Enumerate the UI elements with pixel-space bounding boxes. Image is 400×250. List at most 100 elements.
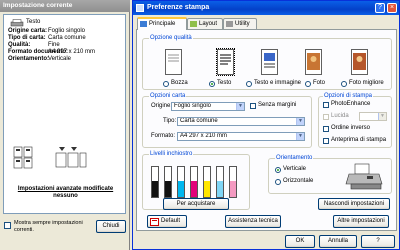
settings-panel: Testo Origine carta:Foglio singolo Tipo … [3,14,126,214]
chevron-down-icon: ▼ [236,103,244,110]
ink-cartridge [177,166,185,198]
info-value: Carta comune [48,35,86,41]
info-row-document-size: Formato documento:A4 297 x 210 mm [8,49,95,56]
chevron-down-icon: ▼ [378,113,386,120]
borderless-checkbox[interactable] [250,103,256,109]
advanced-settings-title: Impostazioni avanzate modificate [17,186,114,192]
tab-content: Opzione qualità Bozza Testo Testo e imma… [136,29,397,231]
group-label: Opzioni carta [149,93,187,100]
print-preview-label: Anteprima di stampa [331,137,387,143]
ink-cartridge [229,166,237,198]
printer-icon [10,19,24,27]
current-settings-window: Impostazione corrente Testo Origine cart… [0,0,130,250]
info-row-orientation: Orientamento:Verticale [8,56,71,63]
quality-text-radio[interactable] [209,81,215,87]
help-button[interactable]: ? [361,235,395,248]
quality-draft-radio[interactable] [163,81,169,87]
info-row-quality: Qualità: Fine [8,42,60,49]
paper-source-label: Origine: [151,103,173,109]
quality-text-image-radio[interactable] [246,81,252,87]
quality-text-label: Testo [217,80,232,86]
quality-best-photo-radio[interactable] [341,81,347,87]
select-value: Foglio singolo [174,103,212,109]
printer-preview-icon [345,163,383,190]
close-icon[interactable]: × [387,3,397,13]
tech-support-button[interactable]: Assistenza tecnica [225,215,281,228]
default-label: Default [161,218,181,224]
photoenhance-checkbox[interactable] [323,102,329,108]
photoenhance-label: PhotoEnhance [331,101,371,107]
print-preview-checkbox[interactable] [323,138,329,144]
ink-levels-group: Livelli inchiostro Per acquistare [142,151,250,210]
paper-size-label: Formato: [151,133,176,139]
paper-type-select[interactable]: Carta comune ▼ [177,117,305,126]
tab-principale[interactable]: Principale [137,17,187,30]
info-value: Foglio singolo [48,28,86,34]
other-settings-button[interactable]: Altre impostazioni [333,215,389,228]
ink-cartridge [216,166,224,198]
paper-type-label: Tipo: [163,118,177,124]
quality-text-image-label: Testo e immagine [254,80,302,86]
ink-cartridge [190,166,198,198]
reverse-order-checkbox[interactable] [323,126,329,132]
cancel-button[interactable]: Annulla [319,235,357,248]
quality-best-photo-label: Foto migliore [349,80,384,86]
ink-level [204,180,210,197]
info-key: Qualità: [8,42,31,48]
group-label: Opzione qualità [149,35,193,42]
quality-text-icon[interactable] [216,48,235,76]
quality-best-photo-icon[interactable] [351,49,368,75]
printer-icon [136,4,144,12]
quality-text-image-icon[interactable] [261,49,278,75]
default-button[interactable]: Default [147,215,187,228]
ink-cartridge [164,166,172,198]
window-title: Impostazione corrente [0,0,130,12]
ink-cartridge [203,166,211,198]
show-settings-button[interactable]: Nascondi impostazioni [318,198,390,210]
glossy-checkbox [323,114,329,120]
default-icon [150,218,159,226]
tab-label: Principale [149,21,176,27]
info-key: Tipo di carta: [8,35,46,41]
layout-tab-icon [190,21,197,27]
group-label: Orientamento [275,155,314,162]
ok-button[interactable]: OK [285,235,315,248]
tab-utility[interactable]: Utility [223,18,257,29]
print-preferences-dialog: Preferenze stampa ? × Principale Layout … [132,0,400,250]
print-options-group: Opzioni di stampa PhotoEnhance Lucida ▼ … [318,93,392,148]
group-label: Livelli inchiostro [149,151,194,158]
tab-layout[interactable]: Layout [187,18,223,29]
paper-source-select[interactable]: Foglio singolo ▼ [171,102,245,111]
dialog-title: Preferenze stampa [133,1,399,15]
info-value: Verticale [48,56,72,62]
select-value: Carta comune [180,118,218,124]
orientation-landscape-radio[interactable] [275,179,281,185]
always-show-checkbox[interactable] [4,222,11,229]
glossy-label: Lucida [331,113,349,119]
info-key: Orientamento: [8,56,50,62]
ink-level [152,180,158,197]
info-value: Fine [48,42,60,48]
paper-size-select[interactable]: A4 297 x 210 mm ▼ [177,132,305,141]
ink-level [178,180,184,197]
orientation-group: Orientamento Verticale Orizzontale [268,155,392,194]
tab-label: Layout [199,21,218,27]
utility-tab-icon [226,21,233,27]
quality-photo-radio[interactable] [305,81,311,87]
orientation-portrait-radio[interactable] [275,167,281,173]
printer-name: Testo [26,19,41,25]
glossy-select: ▼ [359,112,387,121]
close-button[interactable]: Chiudi [96,220,126,233]
quality-photo-icon[interactable] [305,49,322,75]
page-layout-icon [55,147,87,168]
help-title-button[interactable]: ? [375,3,385,13]
always-show-label: Mostra sempre impostazioni correnti. [14,220,83,233]
buy-ink-button[interactable]: Per acquistare [163,198,229,210]
orientation-portrait-label: Verticale [283,166,307,172]
quality-draft-icon[interactable] [165,49,182,75]
quality-group: Opzione qualità Bozza Testo Testo e imma… [142,35,392,90]
chevron-down-icon: ▼ [296,118,304,125]
info-row-paper-type: Tipo di carta: Carta comune [8,35,86,42]
info-value: A4 297 x 210 mm [48,49,96,55]
paper-stack-icon [13,146,33,169]
